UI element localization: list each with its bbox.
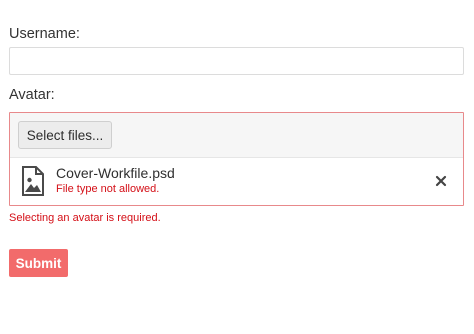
upload-toolbar: Select files... — [10, 113, 463, 158]
submit-button[interactable]: Submit — [9, 249, 68, 277]
select-files-button[interactable]: Select files... — [18, 121, 112, 149]
avatar-form: Username: Avatar: Select files... Cover-… — [0, 0, 474, 334]
file-error-message: File type not allowed. — [56, 183, 160, 195]
file-list-item: Cover-Workfile.psd File type not allowed… — [10, 158, 463, 205]
image-file-icon — [21, 166, 45, 196]
close-icon[interactable] — [430, 170, 452, 192]
username-label: Username: — [9, 26, 80, 42]
avatar-error-message: Selecting an avatar is required. — [9, 212, 161, 224]
avatar-label: Avatar: — [9, 87, 55, 103]
username-input[interactable] — [9, 47, 464, 75]
avatar-upload: Select files... Cover-Workfile.psd File … — [9, 112, 464, 206]
file-name: Cover-Workfile.psd — [56, 165, 175, 181]
